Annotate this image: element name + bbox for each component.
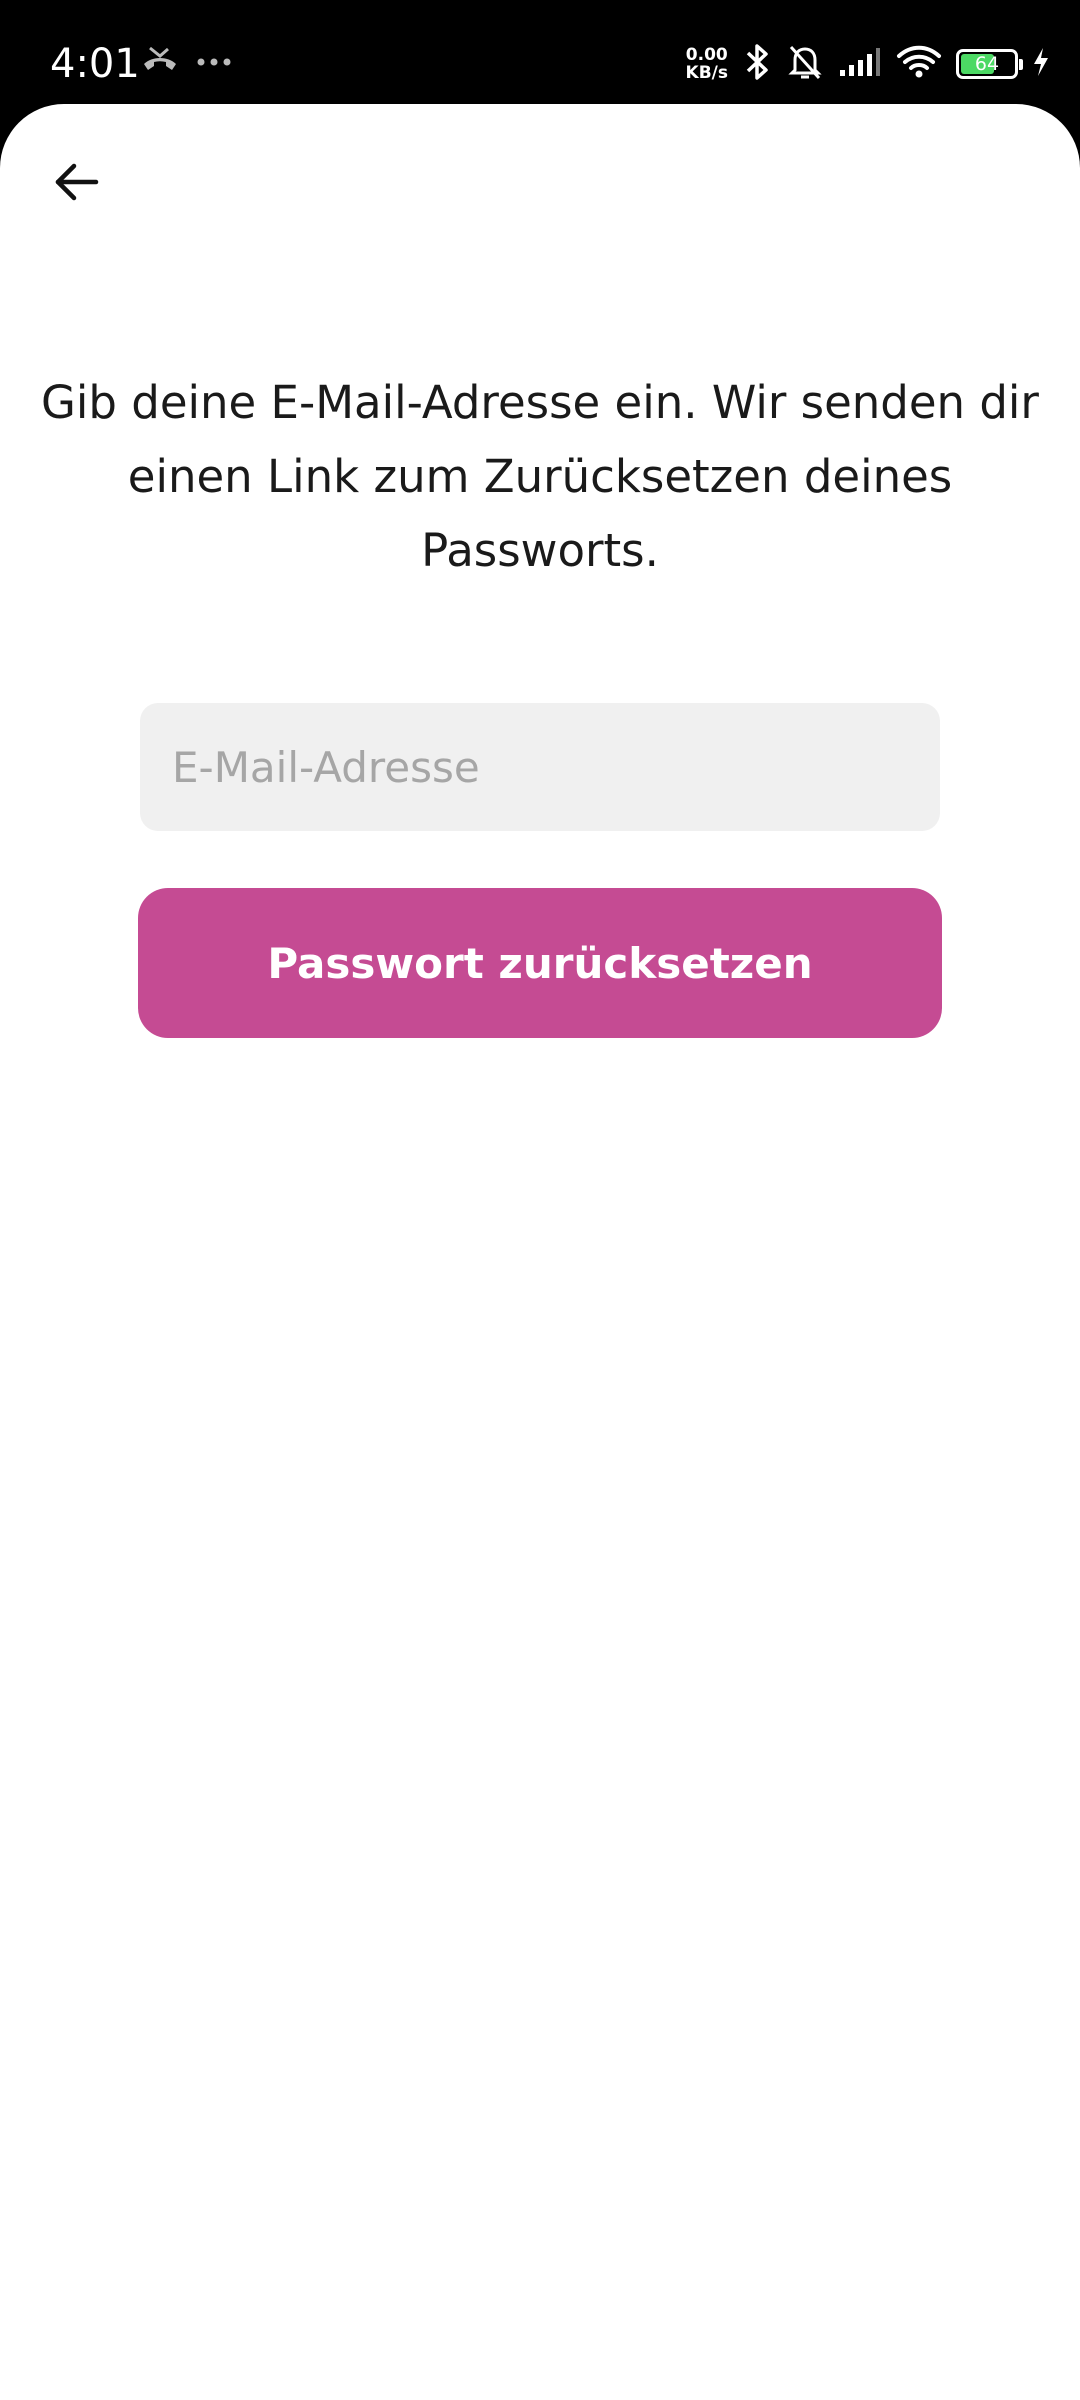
status-left-icons [140, 44, 232, 80]
status-bar: 4:01 0.00 KB/s 64 [0, 0, 1080, 104]
battery-level: 64 [974, 53, 1000, 75]
arrow-left-icon [50, 156, 102, 212]
missed-call-icon [140, 44, 180, 80]
battery-icon: 64 [956, 49, 1023, 79]
reset-password-sheet: Gib deine E-Mail-Adresse ein. Wir senden… [0, 104, 1080, 2400]
bluetooth-icon [742, 42, 772, 86]
status-right-icons: 0.00 KB/s 64 [686, 38, 1050, 90]
net-speed-unit: KB/s [685, 63, 728, 83]
more-dots-icon [196, 53, 232, 72]
email-field[interactable] [140, 703, 940, 831]
wifi-icon [896, 44, 942, 84]
net-speed-value: 0.00 [685, 45, 728, 65]
instruction-text: Gib deine E-Mail-Adresse ein. Wir senden… [41, 376, 1039, 577]
charging-icon [1032, 46, 1050, 82]
back-button[interactable] [40, 148, 112, 220]
battery-cap [1019, 59, 1023, 70]
net-speed: 0.00 KB/s [686, 46, 728, 82]
signal-icon [838, 46, 882, 82]
reset-password-button[interactable]: Passwort zurücksetzen [138, 888, 942, 1038]
bell-muted-icon [786, 42, 824, 86]
status-time: 4:01 [50, 41, 140, 87]
